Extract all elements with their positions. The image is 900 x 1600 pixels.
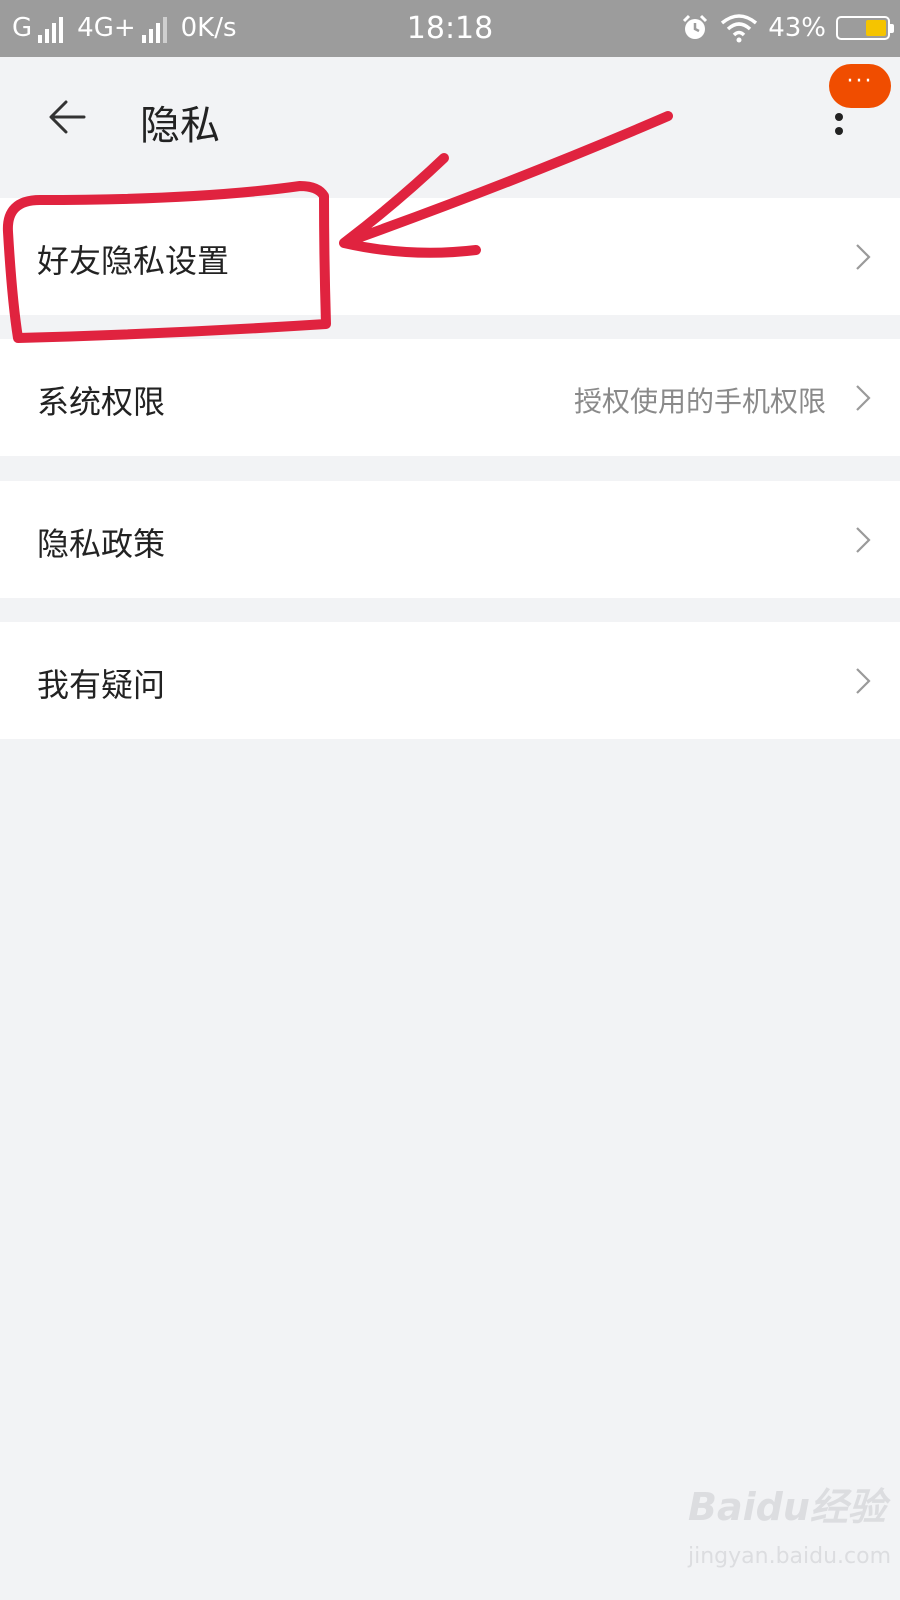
list-item-label: 好友隐私设置: [37, 242, 230, 280]
list-item-privacy-policy[interactable]: 隐私政策: [0, 481, 900, 598]
baidu-jingyan-watermark: Baidu经验 jingyan.baidu.com: [688, 1470, 892, 1580]
list-item-value: 授权使用的手机权限: [573, 385, 826, 418]
back-arrow-icon[interactable]: [42, 91, 94, 143]
watermark-url: jingyan.baidu.com: [688, 1544, 892, 1569]
list-item-label: 隐私政策: [37, 525, 166, 563]
battery-percent: 43%: [768, 13, 826, 43]
chevron-right-icon: [856, 385, 871, 411]
status-icons: 43%: [680, 12, 894, 44]
battery-fill: [866, 20, 886, 36]
alarm-icon: [683, 14, 708, 39]
status-bar: G 4G+ 0K/s 18:18 43%: [0, 0, 900, 57]
list-item-friend-privacy[interactable]: 好友隐私设置: [0, 198, 900, 315]
list-item-label: 系统权限: [37, 383, 166, 421]
more-options-button[interactable]: [812, 97, 868, 197]
wifi-icon: [721, 14, 758, 43]
list-item-system-permissions[interactable]: 系统权限 授权使用的手机权限: [0, 339, 900, 456]
more-vertical-icon: [835, 113, 843, 121]
battery-icon: [836, 16, 894, 40]
page-title: 隐私: [140, 103, 220, 149]
chevron-right-icon: [856, 668, 871, 694]
chevron-right-icon: [856, 527, 871, 553]
chevron-right-icon: [856, 244, 871, 270]
list-item-questions[interactable]: 我有疑问: [0, 622, 900, 739]
list-item-label: 我有疑问: [37, 666, 166, 704]
floating-menu-badge[interactable]: ···: [829, 64, 891, 108]
app-header: 隐私: [0, 57, 900, 177]
watermark-logo: Baidu经验: [688, 1485, 886, 1529]
